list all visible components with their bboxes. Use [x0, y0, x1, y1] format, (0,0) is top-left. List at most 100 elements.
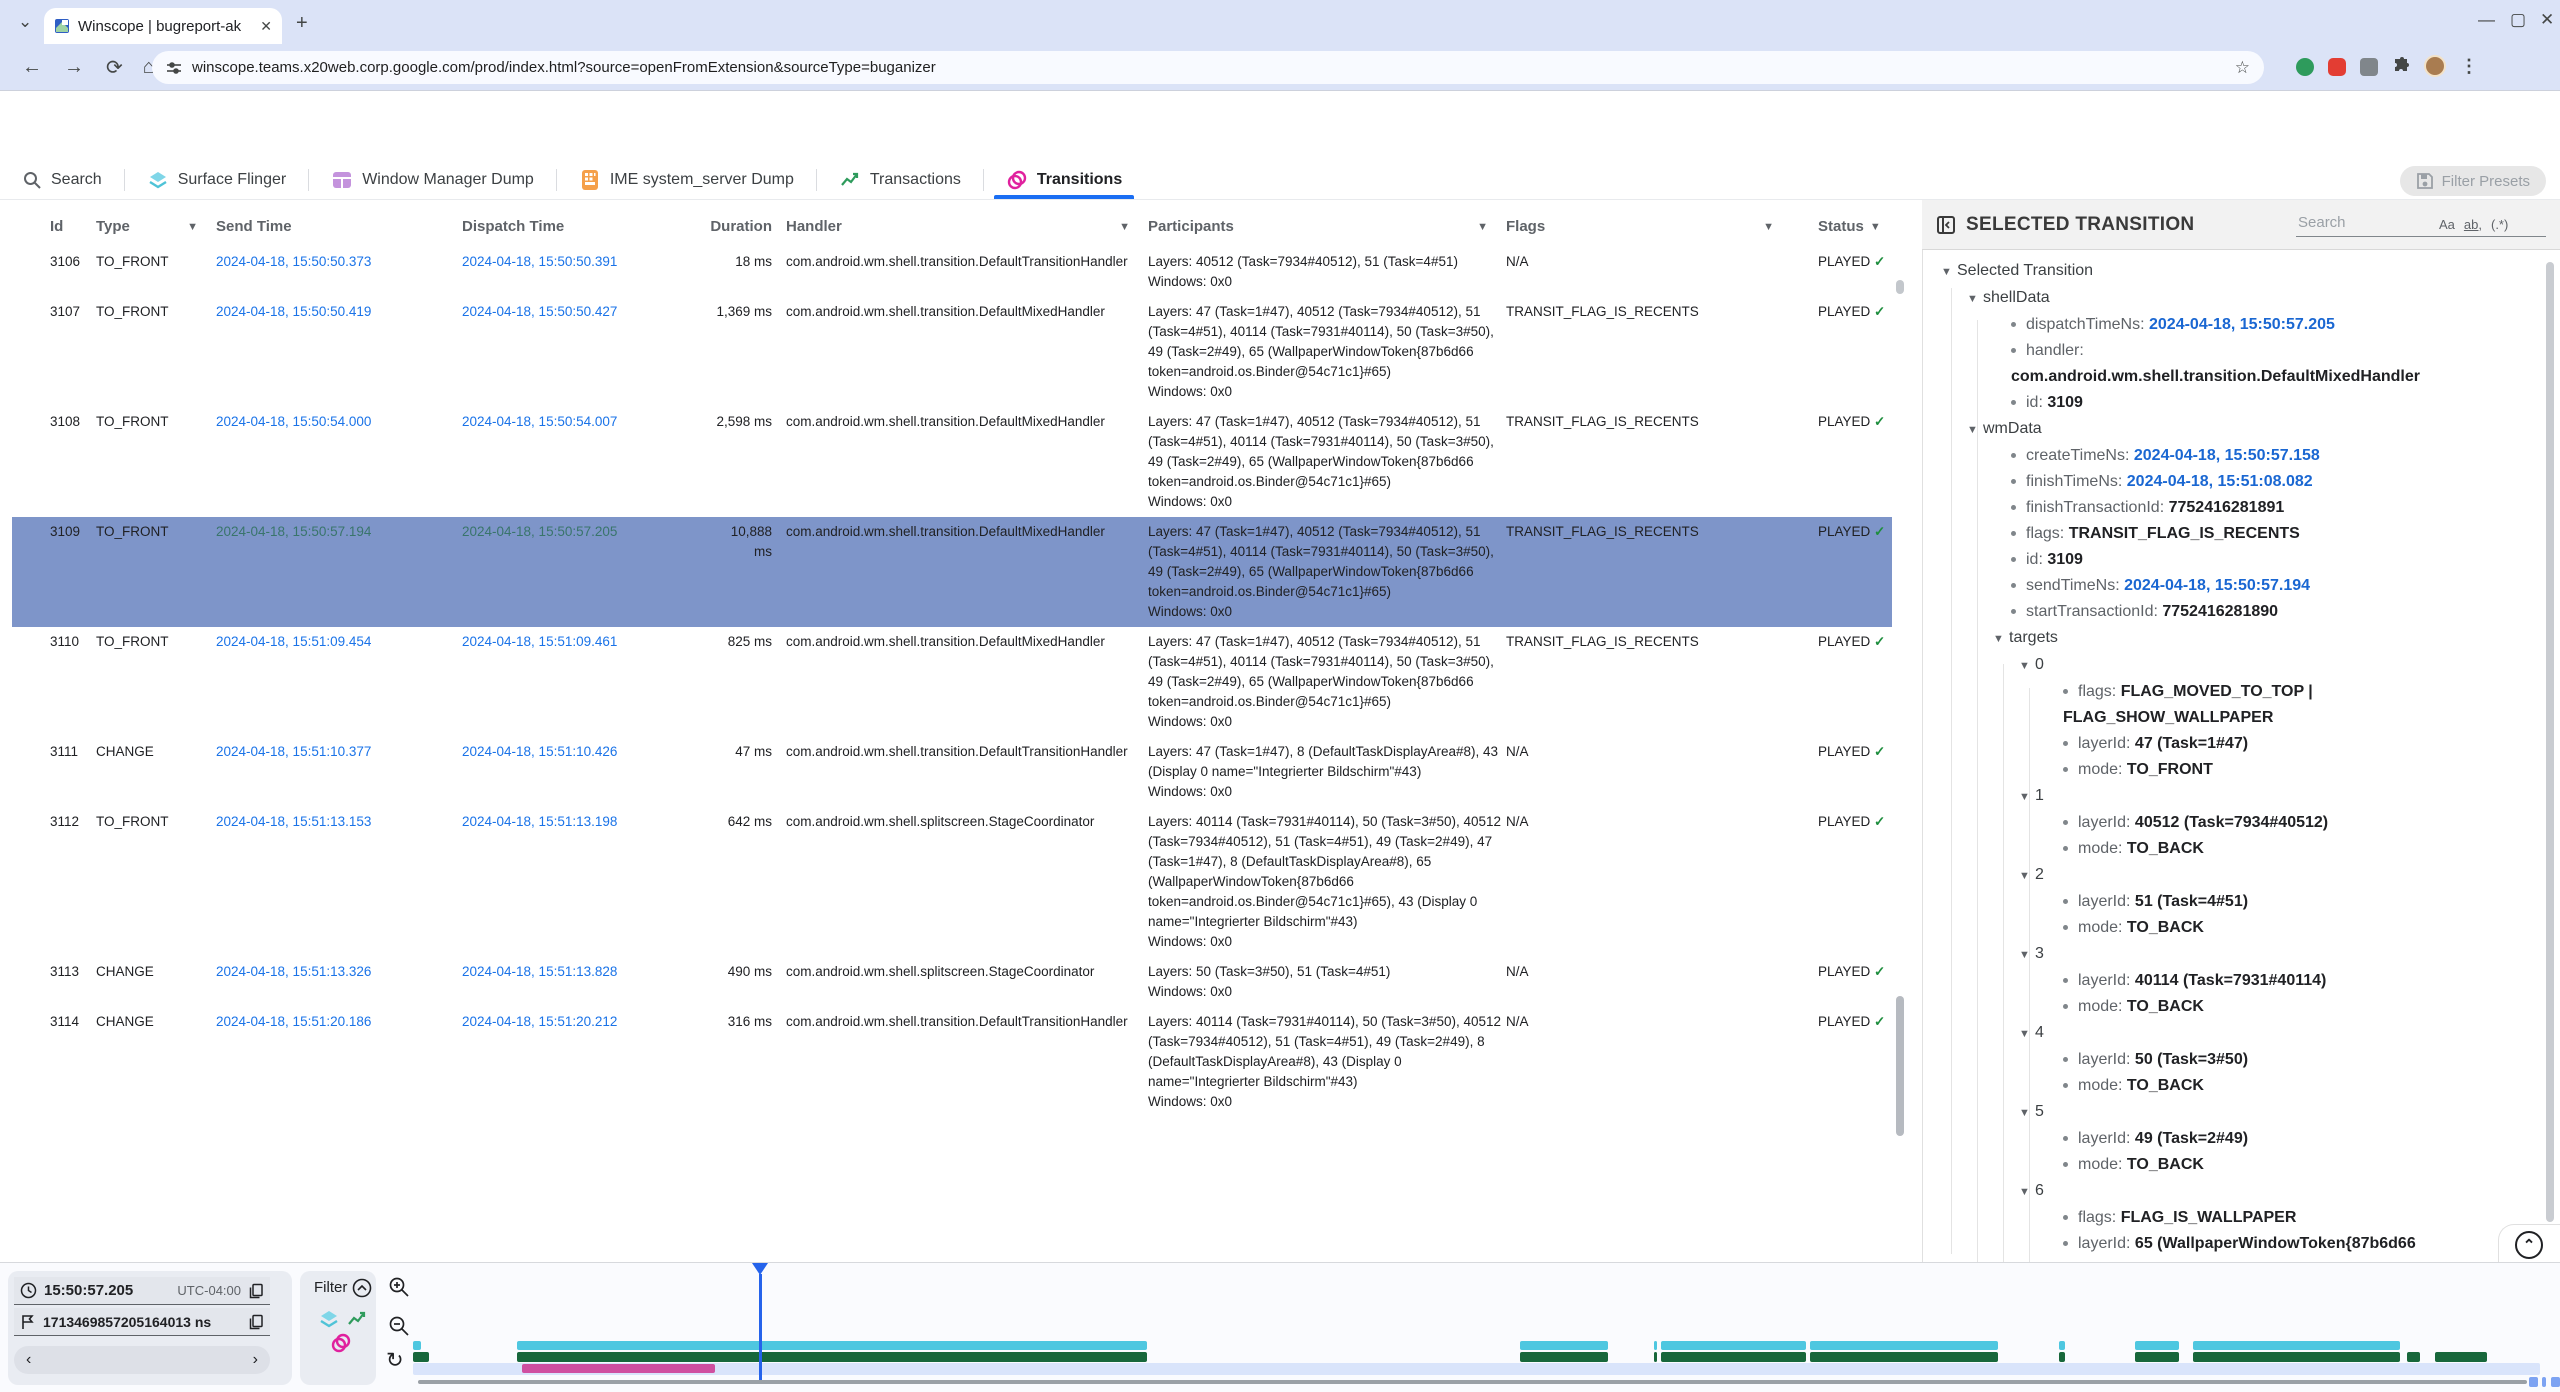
- table-row-3108[interactable]: 3108TO_FRONT2024-04-18, 15:50:54.0002024…: [12, 407, 1892, 517]
- table-row-3112[interactable]: 3112TO_FRONT2024-04-18, 15:51:13.1532024…: [12, 807, 1892, 957]
- zoom-out-icon[interactable]: [388, 1315, 410, 1337]
- col-header-dispatch-time[interactable]: Dispatch Time: [462, 218, 714, 235]
- cell-send-time[interactable]: 2024-04-18, 15:50:50.419: [216, 302, 462, 402]
- collapse-arrow-icon[interactable]: ▼: [2019, 784, 2035, 810]
- scroll-to-top-button[interactable]: ⌃: [2515, 1231, 2543, 1259]
- filter-surface-flinger-icon[interactable]: [318, 1308, 340, 1330]
- transactions-track-block[interactable]: [517, 1352, 1147, 1362]
- tree-group-6[interactable]: ▼6: [1925, 1178, 2552, 1205]
- collapse-arrow-icon[interactable]: ▼: [2019, 1100, 2035, 1126]
- match-case-button[interactable]: Aa: [2439, 217, 2455, 232]
- copy-time-icon[interactable]: [248, 1283, 264, 1299]
- window-maximize-button[interactable]: ▢: [2510, 10, 2526, 30]
- match-regex-button[interactable]: (.*): [2491, 217, 2508, 232]
- transactions-track-block[interactable]: [1520, 1352, 1608, 1362]
- prop-value[interactable]: 2024-04-18, 15:50:57.205: [2149, 316, 2335, 333]
- back-icon[interactable]: ←: [22, 56, 42, 79]
- tree-prop-startTransactionId[interactable]: startTransactionId: 7752416281890: [1925, 599, 2552, 625]
- tree-prop-finishTimeNs[interactable]: finishTimeNs: 2024-04-18, 15:51:08.082: [1925, 469, 2552, 495]
- table-row-3106[interactable]: 3106TO_FRONT2024-04-18, 15:50:50.3732024…: [12, 247, 1892, 297]
- cell-dispatch-time[interactable]: 2024-04-18, 15:50:54.007: [462, 412, 714, 512]
- panel-search-input[interactable]: [2296, 213, 2430, 232]
- collapse-arrow-icon[interactable]: ▼: [1941, 259, 1957, 285]
- tree-prop-flags[interactable]: flags: TRANSIT_FLAG_IS_RECENTS: [1925, 521, 2552, 547]
- type-filter-icon[interactable]: ▼: [187, 221, 198, 233]
- tree-prop-flags[interactable]: flags: FLAG_IS_WALLPAPER: [1925, 1205, 2552, 1231]
- transactions-track-block[interactable]: [2135, 1352, 2179, 1362]
- cell-dispatch-time[interactable]: 2024-04-18, 15:50:57.205: [462, 522, 714, 622]
- cell-send-time[interactable]: 2024-04-18, 15:51:09.454: [216, 632, 462, 732]
- tree-prop-layerId[interactable]: layerId: 47 (Task=1#47): [1925, 731, 2552, 757]
- filter-collapse-icon[interactable]: [352, 1278, 372, 1298]
- col-header-participants[interactable]: Participants▼: [1148, 218, 1506, 235]
- extension-green-icon[interactable]: [2296, 58, 2314, 76]
- tree-group-targets[interactable]: ▼targets: [1925, 625, 2552, 652]
- tree-prop-id[interactable]: id: 3109: [1925, 390, 2552, 416]
- tree-prop-finishTransactionId[interactable]: finishTransactionId: 7752416281891: [1925, 495, 2552, 521]
- col-header-type[interactable]: Type▼: [96, 218, 216, 235]
- cell-send-time[interactable]: 2024-04-18, 15:51:20.186: [216, 1012, 462, 1112]
- timeline-selection-band[interactable]: [413, 1363, 2540, 1375]
- tree-prop-mode[interactable]: mode: TO_BACK: [1925, 1152, 2552, 1178]
- cell-dispatch-time[interactable]: 2024-04-18, 15:51:20.212: [462, 1012, 714, 1112]
- col-header-duration[interactable]: Duration: [714, 218, 772, 235]
- tab-transitions[interactable]: Transitions: [984, 160, 1144, 199]
- status-filter-icon[interactable]: ▼: [1870, 221, 1881, 233]
- table-row-3107[interactable]: 3107TO_FRONT2024-04-18, 15:50:50.4192024…: [12, 297, 1892, 407]
- table-row-3111[interactable]: 3111CHANGE2024-04-18, 15:51:10.3772024-0…: [12, 737, 1892, 807]
- tree-prop-layerId[interactable]: layerId: 51 (Task=4#51): [1925, 889, 2552, 915]
- table-row-3109[interactable]: 3109TO_FRONT2024-04-18, 15:50:57.1942024…: [12, 517, 1892, 627]
- next-entry-button[interactable]: ›: [253, 1351, 258, 1369]
- panel-scrollbar-thumb[interactable]: [2546, 262, 2554, 1222]
- tree-group-1[interactable]: ▼1: [1925, 783, 2552, 810]
- cell-send-time[interactable]: 2024-04-18, 15:50:54.000: [216, 412, 462, 512]
- cell-send-time[interactable]: 2024-04-18, 15:51:13.326: [216, 962, 462, 1002]
- surface-flinger-track-block[interactable]: [1520, 1341, 1608, 1350]
- collapse-arrow-icon[interactable]: ▼: [2019, 942, 2035, 968]
- tree-group-0[interactable]: ▼0: [1925, 652, 2552, 679]
- tab-window-manager-dump[interactable]: Window Manager Dump: [309, 160, 556, 199]
- tree-group-wmdata[interactable]: ▼wmData: [1925, 416, 2552, 443]
- zoom-reset-icon[interactable]: ↻: [386, 1348, 404, 1373]
- timeline-scrollbar-thumb[interactable]: [2551, 1377, 2560, 1387]
- collapse-arrow-icon[interactable]: ▼: [1967, 417, 1983, 443]
- tree-prop-layerId[interactable]: layerId: 65 (WallpaperWindowToken{87b6d6…: [1925, 1231, 2552, 1262]
- collapse-arrow-icon[interactable]: ▼: [1967, 286, 1983, 312]
- new-tab-button[interactable]: +: [296, 12, 308, 35]
- url-text[interactable]: winscope.teams.x20web.corp.google.com/pr…: [192, 59, 936, 76]
- collapse-arrow-icon[interactable]: ▼: [2019, 863, 2035, 889]
- tab-search[interactable]: Search: [0, 160, 124, 199]
- tab-surface-flinger[interactable]: Surface Flinger: [125, 160, 309, 199]
- tab-search-chevron-icon[interactable]: ⌄: [18, 12, 32, 32]
- tree-prop-flags[interactable]: flags: FLAG_MOVED_TO_TOP | FLAG_SHOW_WAL…: [1925, 679, 2552, 731]
- transactions-track-block[interactable]: [2193, 1352, 2400, 1362]
- transactions-track-block[interactable]: [2059, 1352, 2065, 1362]
- timeline-scrollbar-thumb[interactable]: [2542, 1377, 2546, 1387]
- timeline-scrollbar-thumb[interactable]: [2529, 1377, 2538, 1387]
- table-scrollbar[interactable]: [1896, 280, 1904, 294]
- tab-ime-system-server-dump[interactable]: IME system_server Dump: [557, 160, 816, 199]
- timeline-scroll-track[interactable]: [418, 1380, 2527, 1384]
- tree-prop-id[interactable]: id: 3109: [1925, 547, 2552, 573]
- tree-group-selected-transition[interactable]: ▼Selected Transition: [1925, 258, 2552, 285]
- cell-dispatch-time[interactable]: 2024-04-18, 15:51:09.461: [462, 632, 714, 732]
- table-row-3114[interactable]: 3114CHANGE2024-04-18, 15:51:20.1862024-0…: [12, 1007, 1892, 1117]
- collapse-arrow-icon[interactable]: ▼: [1993, 626, 2009, 652]
- transactions-track-block[interactable]: [2407, 1352, 2420, 1362]
- cell-send-time[interactable]: 2024-04-18, 15:51:10.377: [216, 742, 462, 802]
- prop-value[interactable]: 2024-04-18, 15:50:57.158: [2134, 447, 2320, 464]
- tree-prop-mode[interactable]: mode: TO_BACK: [1925, 836, 2552, 862]
- current-ns-field[interactable]: 1713469857205164013 ns: [14, 1308, 270, 1336]
- col-header-id[interactable]: Id: [50, 218, 96, 235]
- collapse-arrow-icon[interactable]: ▼: [2019, 1179, 2035, 1205]
- cell-send-time[interactable]: 2024-04-18, 15:51:13.153: [216, 812, 462, 952]
- surface-flinger-track-block[interactable]: [1810, 1341, 1998, 1350]
- bookmark-star-icon[interactable]: ☆: [2235, 58, 2250, 78]
- col-header-send-time[interactable]: Send Time: [216, 218, 462, 235]
- tree-prop-handler[interactable]: handler: com.android.wm.shell.transition…: [1925, 338, 2552, 390]
- transactions-track-block[interactable]: [1661, 1352, 1806, 1362]
- url-bar[interactable]: winscope.teams.x20web.corp.google.com/pr…: [152, 51, 2264, 84]
- tree-group-5[interactable]: ▼5: [1925, 1099, 2552, 1126]
- extension-red-icon[interactable]: [2328, 58, 2346, 76]
- tree-group-3[interactable]: ▼3: [1925, 941, 2552, 968]
